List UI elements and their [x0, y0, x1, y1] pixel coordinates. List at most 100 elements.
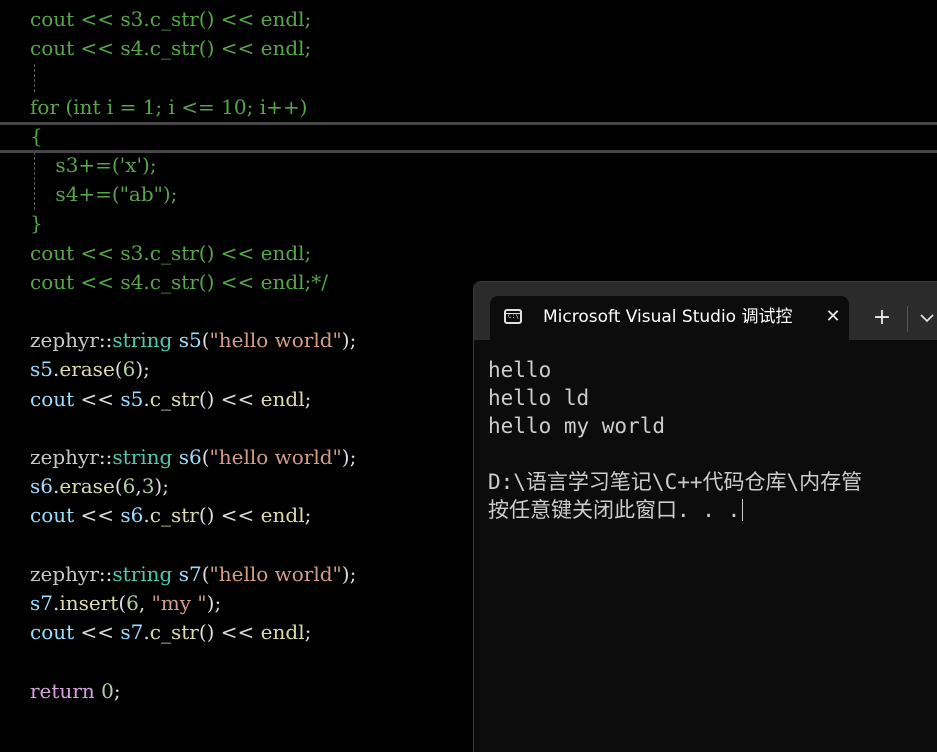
code-token: s7 [120, 620, 144, 645]
code-token: ; [304, 386, 312, 411]
code-line: cout << s6.c_str() << endl; [30, 501, 311, 530]
code-token: 6 [122, 474, 136, 499]
code-token: s5 [30, 357, 53, 382]
code-token: ); [341, 328, 357, 353]
terminal-icon: C:\ [504, 309, 522, 324]
code-token: "hello world" [209, 445, 342, 469]
code-line: zephyr::string s6("hello world"); [30, 443, 356, 472]
code-token: s4+=("ab"); [30, 182, 178, 207]
code-token: c_str [149, 620, 199, 645]
code-line: cout << s4.c_str() << endl; [30, 34, 311, 63]
terminal-tab-strip: C:\ Microsoft Visual Studio 调试控 ✕ + [474, 282, 937, 340]
code-token: 6 [122, 357, 136, 382]
code-token: s5 [178, 328, 202, 353]
new-tab-icon[interactable]: + [870, 306, 894, 330]
code-token: s6 [30, 474, 53, 499]
code-token: erase [59, 357, 115, 382]
code-line: cout << s3.c_str() << endl; [30, 5, 311, 34]
code-token: s7 [178, 561, 202, 586]
code-token: ( [114, 357, 123, 382]
code-token: s6 [120, 503, 144, 528]
code-token: << [74, 386, 121, 411]
code-token: () << [198, 620, 261, 645]
code-token: endl [260, 503, 305, 528]
code-token: ; [113, 678, 121, 703]
code-token: endl [260, 620, 305, 645]
code-token: insert [59, 591, 119, 615]
code-token: endl [260, 386, 305, 411]
code-token: string [112, 561, 173, 586]
code-token: cout << s4.c_str() << endl;*/ [30, 269, 329, 294]
code-token: ( [201, 561, 210, 586]
code-token: ( [201, 328, 210, 353]
code-token: :: [98, 561, 113, 586]
code-token: ); [206, 591, 222, 615]
code-token: cout [30, 620, 75, 645]
code-token: , [138, 591, 152, 615]
code-line: cout << s7.c_str() << endl; [30, 618, 311, 647]
code-line: cout << s3.c_str() << endl; [30, 239, 311, 268]
console-line: hello my world [488, 414, 666, 438]
console-prompt-line: 按任意键关闭此窗口. . . [488, 496, 937, 524]
code-token: string [112, 328, 173, 353]
code-token: ; [304, 503, 312, 528]
code-token: erase [59, 474, 115, 499]
code-token: s3+=('x'); [30, 153, 157, 177]
code-token: cout [30, 503, 75, 528]
code-token: cout << s4.c_str() << endl; [30, 36, 312, 61]
code-token: << [74, 620, 121, 645]
console-line: D:\语言学习笔记\C++代码仓库\内存管 [488, 470, 863, 494]
code-token: ); [135, 357, 150, 382]
terminal-icon-label: C:\ [508, 313, 519, 320]
code-token: string [112, 445, 173, 469]
code-token: () << [198, 386, 261, 411]
code-token: "my " [151, 591, 207, 615]
code-token: ( [201, 445, 210, 469]
console-window[interactable]: C:\ Microsoft Visual Studio 调试控 ✕ + hell… [473, 281, 937, 752]
code-token: zephyr [30, 445, 99, 469]
code-token: c_str [149, 503, 199, 528]
code-line: s3+=('x'); [30, 151, 157, 180]
code-token: c_str [149, 386, 199, 411]
code-token: zephyr [30, 328, 99, 353]
code-token: "hello world" [209, 328, 342, 353]
code-token: :: [98, 328, 113, 353]
console-output[interactable]: hello hello ld hello my world D:\语言学习笔记\… [488, 356, 937, 524]
code-token: ); [154, 474, 169, 499]
code-token: zephyr [30, 561, 99, 586]
code-token: ; [304, 620, 312, 645]
console-line: hello ld [488, 386, 590, 410]
code-token: "hello world" [209, 561, 342, 586]
close-tab-icon[interactable]: ✕ [822, 306, 844, 328]
code-token: cout << s3.c_str() << endl; [30, 240, 312, 265]
code-token: << [74, 503, 121, 528]
code-token: { [30, 123, 43, 148]
code-token: ( [114, 474, 123, 499]
code-token: s5 [120, 386, 144, 411]
terminal-tab[interactable]: C:\ Microsoft Visual Studio 调试控 ✕ [490, 296, 849, 340]
text-cursor [742, 499, 744, 521]
tab-separator [907, 306, 908, 332]
code-line: s5.erase(6); [30, 355, 150, 384]
code-line: s7.insert(6, "my "); [30, 589, 221, 618]
code-line: for (int i = 1; i <= 10; i++) [30, 93, 307, 122]
code-token: s7 [30, 591, 53, 615]
code-token: s6 [178, 445, 202, 469]
code-token: return [30, 678, 95, 703]
code-token: 6 [126, 591, 139, 615]
code-token: ( [118, 591, 127, 615]
code-token: 3 [141, 474, 155, 499]
code-token: ); [341, 445, 357, 469]
code-token: :: [98, 445, 113, 469]
terminal-tab-title: Microsoft Visual Studio 调试控 [543, 307, 793, 327]
chevron-down-icon[interactable] [918, 308, 936, 328]
console-line: hello [488, 358, 552, 382]
code-token: } [30, 211, 43, 236]
code-line: { [30, 122, 43, 151]
code-token: () << [198, 503, 261, 528]
code-line: zephyr::string s7("hello world"); [30, 560, 356, 589]
console-prompt-text: 按任意键关闭此窗口. . . [488, 498, 741, 522]
code-token: ); [341, 561, 357, 586]
code-line: zephyr::string s5("hello world"); [30, 326, 356, 355]
